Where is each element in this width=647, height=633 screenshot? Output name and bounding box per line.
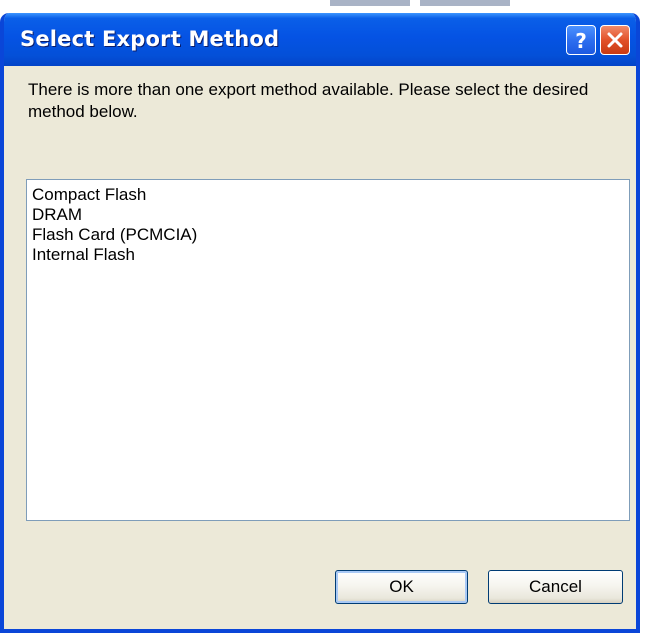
svg-text:?: ? (575, 29, 587, 53)
export-method-dialog: Select Export Method ? There is more tha… (0, 13, 640, 633)
help-button[interactable]: ? (566, 25, 596, 55)
instruction-text: There is more than one export method ava… (28, 80, 589, 121)
close-button[interactable] (600, 25, 630, 55)
list-item-dram[interactable]: DRAM (32, 205, 629, 225)
export-method-list[interactable]: Compact Flash DRAM Flash Card (PCMCIA) I… (26, 179, 630, 521)
background-window-edge (330, 0, 410, 6)
dialog-title: Select Export Method (20, 27, 280, 51)
cancel-button[interactable]: Cancel (488, 570, 623, 604)
ok-button[interactable]: OK (335, 570, 468, 604)
list-item-flash-card-pcmcia[interactable]: Flash Card (PCMCIA) (32, 225, 629, 245)
title-bar[interactable]: Select Export Method ? (4, 13, 636, 66)
list-item-compact-flash[interactable]: Compact Flash (32, 185, 629, 205)
background-window-edge (420, 0, 510, 6)
list-item-internal-flash[interactable]: Internal Flash (32, 245, 629, 265)
